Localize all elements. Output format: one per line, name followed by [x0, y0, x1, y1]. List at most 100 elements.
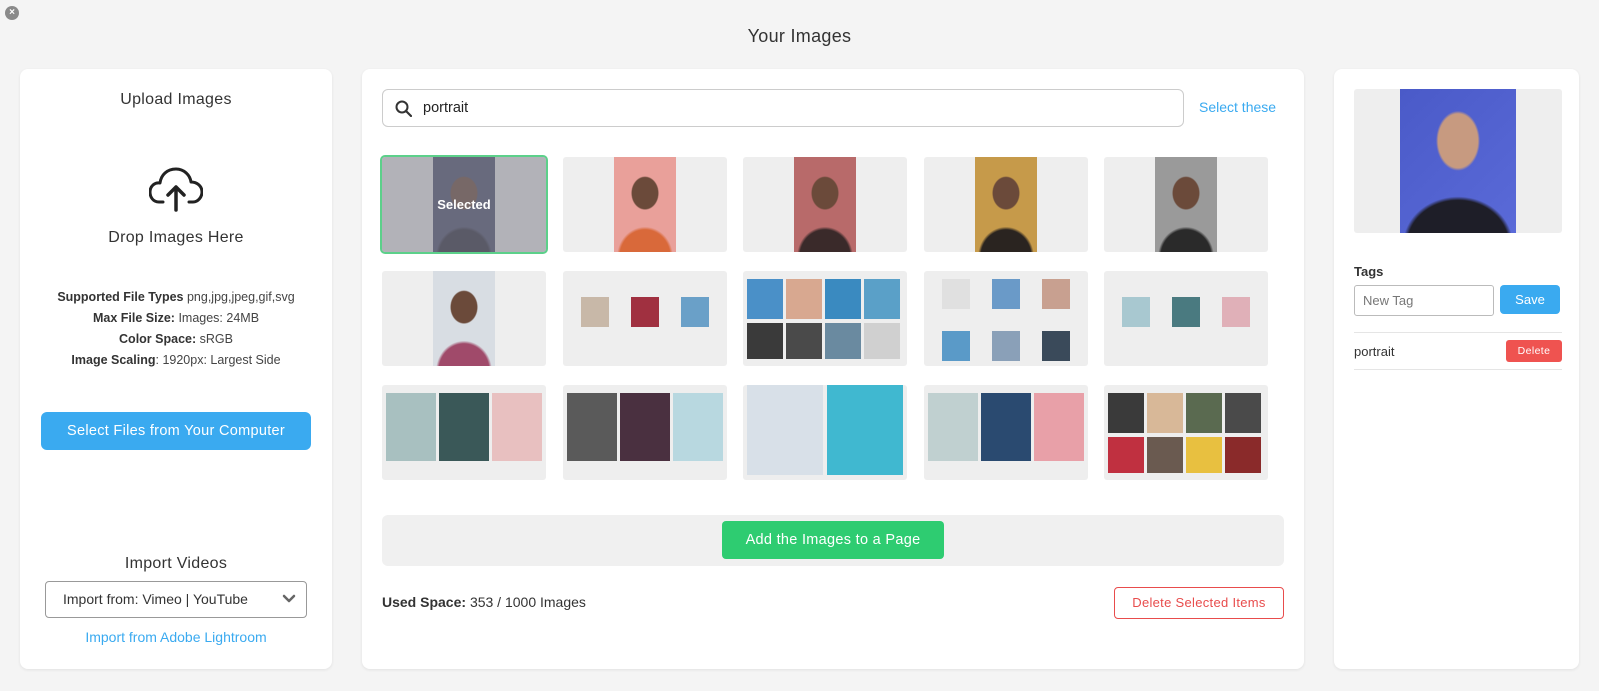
save-tag-button[interactable]: Save: [1500, 285, 1560, 314]
used-space: Used Space: 353 / 1000 Images: [382, 594, 586, 610]
collage-cell: [786, 279, 822, 319]
spec-label: Image Scaling: [71, 353, 156, 367]
collage-cell: [980, 393, 1031, 461]
collage-cell: [680, 297, 709, 327]
select-files-button[interactable]: Select Files from Your Computer: [41, 412, 311, 450]
drop-zone-label[interactable]: Drop Images Here: [20, 229, 332, 247]
collage-cell: [1225, 437, 1261, 473]
collage-cell: [1222, 297, 1250, 327]
image-thumbnail[interactable]: [743, 157, 907, 252]
spec-label: Color Space:: [119, 332, 197, 346]
image-thumbnail[interactable]: [1104, 271, 1268, 366]
portrait-image: [433, 271, 495, 366]
collage-cell: [747, 323, 783, 359]
collage-cell: [1033, 393, 1084, 461]
cloud-upload-icon: [149, 167, 203, 212]
tag-row: portrait Delete: [1354, 332, 1562, 370]
collage-cell: [991, 331, 1020, 361]
used-space-label: Used Space:: [382, 594, 467, 610]
image-thumbnail[interactable]: [743, 271, 907, 366]
delete-tag-button[interactable]: Delete: [1506, 340, 1562, 362]
spec-value: Images: 24MB: [178, 311, 260, 325]
gallery-panel: portrait Select these Selected Add the I…: [362, 69, 1304, 669]
image-thumbnail[interactable]: Selected: [380, 155, 548, 254]
collage-cell: [747, 385, 823, 475]
spec-line: Max File Size: Images: 24MB: [20, 308, 332, 329]
import-source-select[interactable]: Import from: Vimeo | YouTube: [45, 581, 307, 618]
image-thumbnail[interactable]: [923, 157, 1088, 252]
used-space-value: 353 / 1000 Images: [469, 594, 586, 610]
image-thumbnail[interactable]: [923, 271, 1088, 366]
upload-specs: Supported File Types png,jpg,jpeg,gif,sv…: [20, 287, 332, 371]
add-to-page-bar: Add the Images to a Page: [382, 515, 1284, 566]
select-these-link[interactable]: Select these: [1199, 99, 1276, 115]
collage-cell: [747, 279, 783, 319]
collage-cell: [580, 297, 609, 327]
import-videos-heading: Import Videos: [124, 555, 228, 572]
collage-cell: [1122, 297, 1150, 327]
image-thumbnail[interactable]: [743, 385, 907, 480]
delete-selected-button[interactable]: Delete Selected Items: [1114, 587, 1284, 619]
collage-cell: [786, 323, 822, 359]
collage-cell: [825, 279, 861, 319]
image-thumbnail[interactable]: [1104, 385, 1268, 480]
image-thumbnail[interactable]: [562, 271, 727, 366]
spec-value: png,jpg,jpeg,gif,svg: [186, 290, 295, 304]
collage-cell: [1186, 437, 1222, 473]
window-title: Your Images: [747, 26, 852, 46]
collage-cell: [1108, 393, 1144, 433]
spec-value: 1920px: Largest Side: [162, 353, 281, 367]
collage-cell: [619, 393, 670, 461]
chevron-down-icon: [282, 594, 296, 603]
collage-cell: [825, 323, 861, 359]
collage-cell: [386, 393, 436, 461]
image-preview: [1354, 89, 1562, 233]
spec-label: Max File Size:: [92, 311, 175, 325]
portrait-image: [1155, 157, 1217, 252]
upload-panel: Upload Images Drop Images Here Supported…: [20, 69, 332, 669]
image-thumbnail[interactable]: [382, 271, 546, 366]
image-thumbnail[interactable]: [562, 157, 727, 252]
collage-cell: [941, 279, 970, 309]
collage-cell: [864, 323, 900, 359]
collage-cell: [630, 297, 659, 327]
collage-cell: [927, 393, 978, 461]
spec-line: Color Space: sRGB: [20, 329, 332, 350]
portrait-image: [974, 157, 1037, 252]
spec-line: Image Scaling: 1920px: Largest Side: [71, 353, 281, 367]
collage-cell: [827, 385, 903, 475]
collage-cell: [1147, 437, 1183, 473]
spec-line: Supported File Types png,jpg,jpeg,gif,sv…: [20, 287, 332, 308]
details-panel: Tags New Tag Save portrait Delete: [1334, 69, 1579, 669]
collage-cell: [1225, 393, 1261, 433]
tags-label: Tags: [1354, 264, 1384, 279]
collage-cell: [941, 331, 970, 361]
import-source-value: Import from: Vimeo | YouTube: [63, 591, 248, 607]
collage-cell: [566, 393, 617, 461]
collage-cell: [1041, 279, 1070, 309]
collage-cell: [1147, 393, 1183, 433]
collage-cell: [864, 279, 900, 319]
portrait-image: [613, 157, 676, 252]
import-lightroom-link[interactable]: Import from Adobe Lightroom: [20, 629, 332, 645]
collage-cell: [672, 393, 723, 461]
portrait-image: [794, 157, 856, 252]
image-thumbnail[interactable]: [562, 385, 727, 480]
new-tag-input[interactable]: New Tag: [1354, 285, 1494, 316]
image-thumbnail[interactable]: [923, 385, 1088, 480]
close-window-button[interactable]: ×: [5, 6, 19, 20]
image-thumbnail[interactable]: [1104, 157, 1268, 252]
search-icon: [395, 100, 412, 117]
preview-image: [1400, 89, 1516, 233]
search-input[interactable]: portrait: [382, 89, 1184, 127]
selected-overlay: Selected: [382, 157, 546, 252]
upload-heading: Upload Images: [120, 91, 232, 108]
collage-cell: [1108, 437, 1144, 473]
image-thumbnail[interactable]: [382, 385, 546, 480]
collage-cell: [991, 279, 1020, 309]
collage-cell: [492, 393, 542, 461]
collage-cell: [1186, 393, 1222, 433]
add-to-page-button[interactable]: Add the Images to a Page: [722, 521, 944, 559]
spec-label: Supported File Types: [57, 290, 184, 304]
search-value: portrait: [423, 100, 469, 116]
